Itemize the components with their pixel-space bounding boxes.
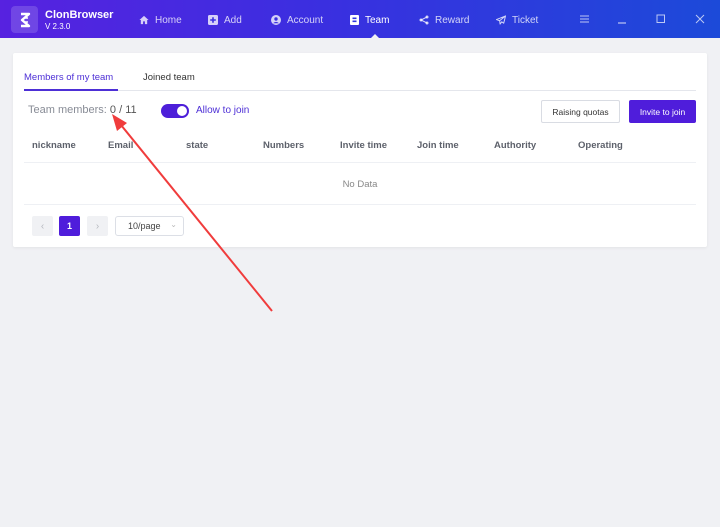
- menu-button[interactable]: [578, 13, 590, 25]
- allow-to-join-label: Allow to join: [196, 105, 250, 116]
- app-name: ClonBrowser: [45, 9, 114, 21]
- prev-page-button[interactable]: ‹: [32, 216, 53, 236]
- team-members-label: Team members:: [28, 104, 107, 116]
- minimize-icon: [618, 22, 626, 24]
- nav-reward[interactable]: Reward: [419, 13, 469, 27]
- chevron-down-icon: ⌄: [170, 220, 177, 229]
- close-icon: [695, 14, 705, 24]
- column-header-operating: Operating: [578, 140, 623, 151]
- allow-to-join-toggle[interactable]: [161, 104, 189, 118]
- team-members-count: 0 / 11: [109, 104, 137, 116]
- close-button[interactable]: [694, 13, 706, 25]
- next-page-button[interactable]: ›: [87, 216, 108, 236]
- team-panel: Members of my team Joined team Team memb…: [13, 53, 707, 247]
- nav-ticket-label: Ticket: [512, 14, 539, 26]
- column-header-nickname: nickname: [32, 140, 76, 151]
- minimize-button[interactable]: [616, 13, 628, 25]
- column-header-invite-time: Invite time: [340, 140, 387, 151]
- active-nav-indicator: [371, 34, 379, 38]
- invite-to-join-button[interactable]: Invite to join: [629, 100, 696, 123]
- column-header-numbers: Numbers: [263, 140, 305, 151]
- raising-quotas-button[interactable]: Raising quotas: [541, 100, 620, 123]
- tab-joined-team[interactable]: Joined team: [143, 72, 195, 83]
- plus-square-icon: [208, 15, 218, 25]
- nav-team-label: Team: [365, 14, 390, 26]
- column-header-authority: Authority: [494, 140, 537, 151]
- tab-bar: Members of my team Joined team: [24, 53, 696, 91]
- logo-icon: [20, 12, 30, 27]
- nav-home-label: Home: [155, 14, 182, 26]
- maximize-icon: [656, 14, 665, 23]
- paper-plane-icon: [496, 15, 506, 25]
- toggle-knob: [177, 106, 187, 116]
- share-icon: [419, 15, 429, 25]
- column-header-state: state: [186, 140, 209, 151]
- team-members-summary: Team members: 0 / 11: [28, 104, 137, 116]
- title-bar: ClonBrowser V 2.3.0 Home Add Account Tea…: [0, 0, 720, 38]
- nav-reward-label: Reward: [435, 14, 470, 26]
- menu-icon: [579, 15, 589, 23]
- tab-members-of-my-team[interactable]: Members of my team: [24, 72, 113, 83]
- app-logo: [11, 6, 38, 33]
- user-circle-icon: [271, 15, 281, 25]
- page-size-value: 10/page: [128, 221, 161, 231]
- nav-account-label: Account: [287, 14, 324, 26]
- page-1-button[interactable]: 1: [59, 216, 80, 236]
- table-bottom-divider: [24, 204, 696, 205]
- nav-ticket[interactable]: Ticket: [496, 13, 538, 27]
- table-header-divider: [24, 162, 696, 163]
- nav-add[interactable]: Add: [208, 13, 242, 27]
- column-header-email: Email: [108, 140, 134, 151]
- page-size-select[interactable]: 10/page ⌄: [115, 216, 184, 236]
- nav-account[interactable]: Account: [271, 13, 323, 27]
- id-badge-icon: [349, 15, 359, 25]
- home-icon: [139, 15, 149, 25]
- active-tab-underline: [24, 89, 118, 91]
- nav-team[interactable]: Team: [349, 13, 389, 27]
- nav-home[interactable]: Home: [139, 13, 182, 27]
- nav-add-label: Add: [224, 14, 242, 26]
- app-version: V 2.3.0: [45, 22, 71, 31]
- empty-table-message: No Data: [342, 179, 378, 190]
- maximize-button[interactable]: [655, 13, 667, 25]
- column-header-join-time: Join time: [417, 140, 459, 151]
